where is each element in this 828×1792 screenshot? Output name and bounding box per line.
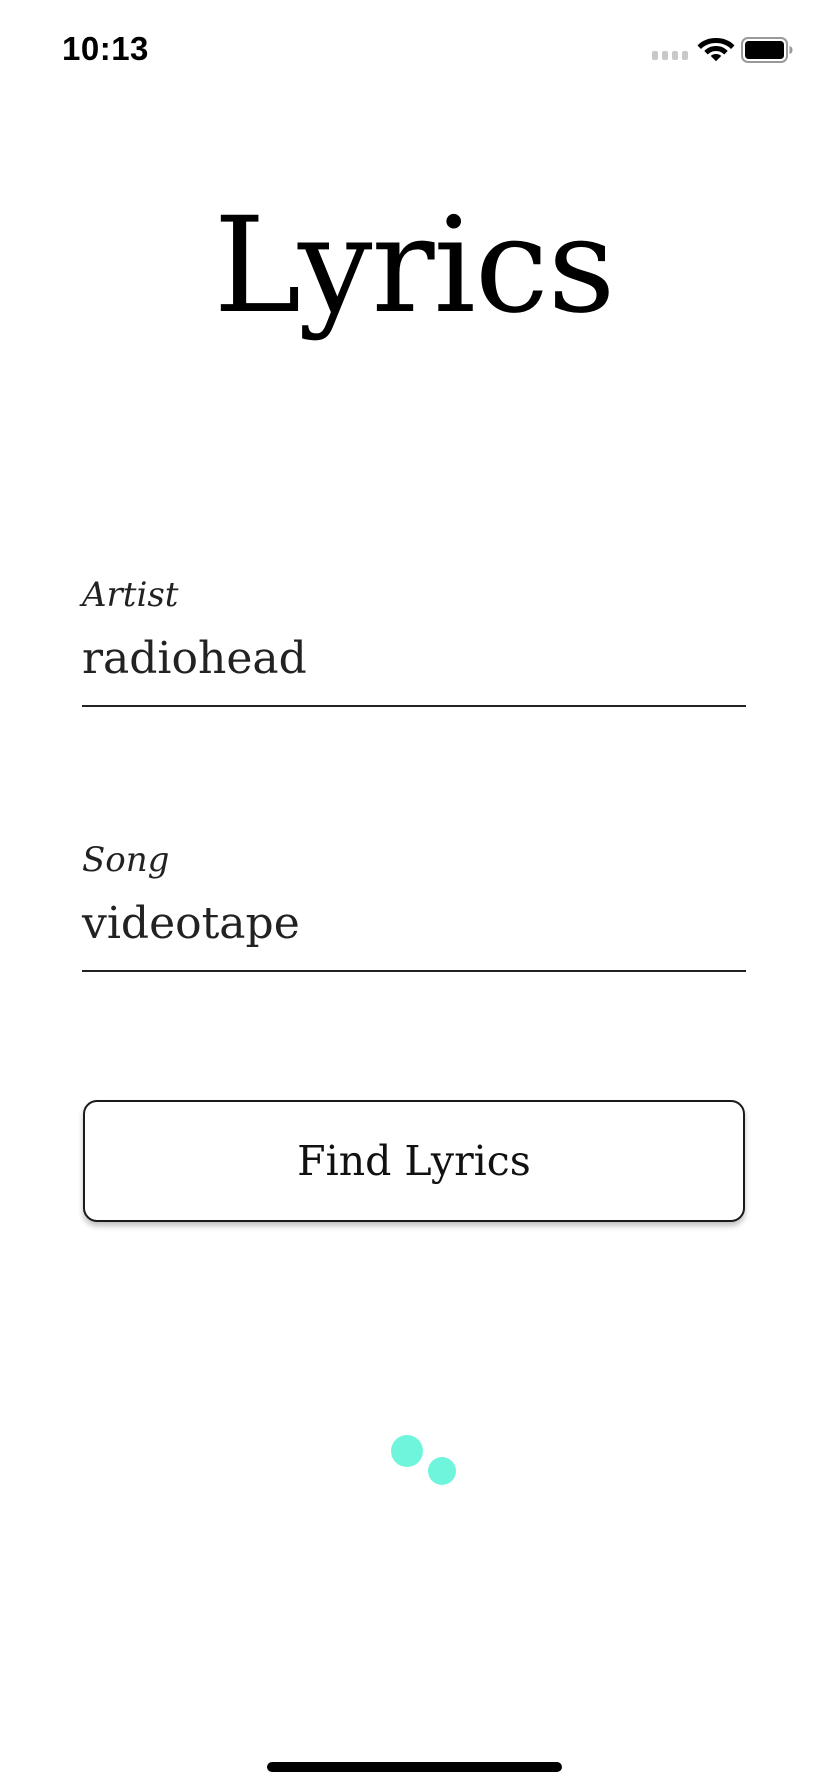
artist-field[interactable]: Artist radiohead: [82, 575, 746, 715]
artist-label: Artist: [82, 575, 179, 615]
loading-indicator: [385, 1430, 465, 1490]
artist-underline: [82, 705, 746, 707]
loading-dot: [428, 1457, 456, 1485]
find-lyrics-button[interactable]: Find Lyrics: [83, 1100, 745, 1222]
status-bar: 10:13: [0, 0, 828, 100]
song-input[interactable]: videotape: [82, 898, 300, 949]
page-title: Lyrics: [213, 189, 616, 343]
song-label: Song: [82, 840, 170, 880]
signal-icon: [652, 51, 688, 60]
home-indicator[interactable]: [267, 1762, 562, 1772]
status-time: 10:13: [62, 30, 149, 67]
song-underline: [82, 970, 746, 972]
battery-icon: [741, 37, 793, 63]
wifi-icon: [697, 38, 735, 62]
loading-dot: [391, 1435, 423, 1467]
artist-input[interactable]: radiohead: [82, 633, 307, 684]
song-field[interactable]: Song videotape: [82, 840, 746, 980]
